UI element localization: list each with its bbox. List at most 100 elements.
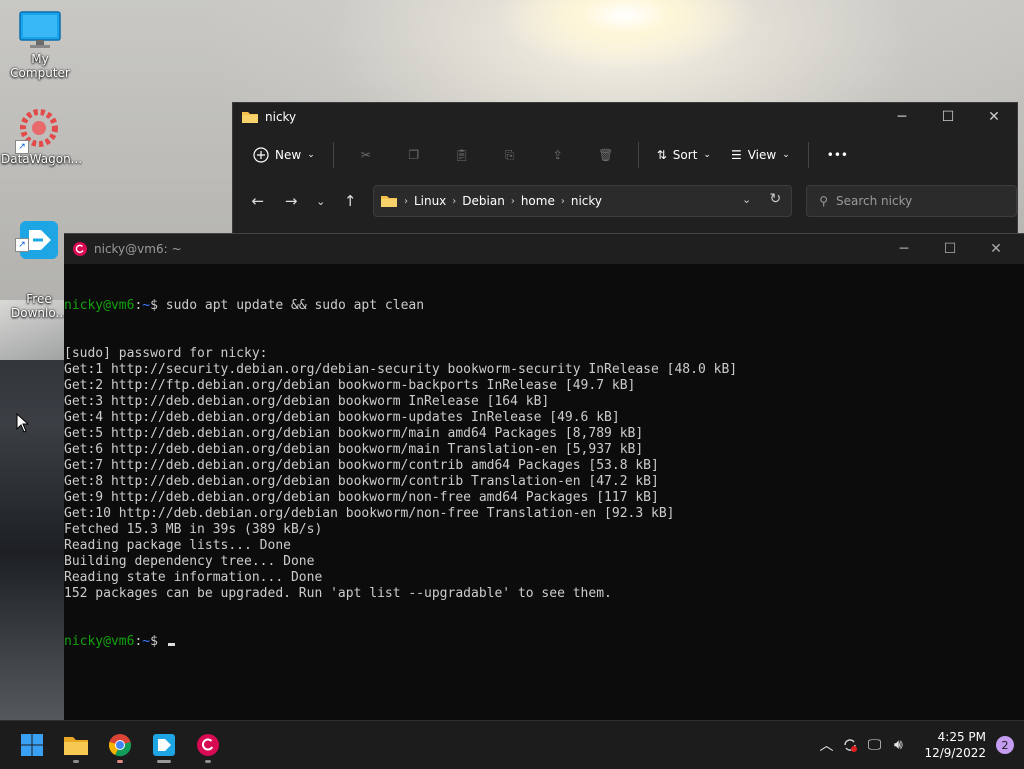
refresh-icon[interactable]: ↻ [769,191,781,207]
explorer-search[interactable]: ⚲ [806,185,1017,217]
minimize-button[interactable]: ─ [879,103,925,131]
chevron-down-icon: ⌄ [782,150,790,160]
shortcut-arrow-icon: ↗ [15,140,29,154]
terminal-output-line: Get:10 http://deb.debian.org/debian book… [64,506,675,521]
taskbar-clock[interactable]: 4:25 PM 12/9/2022 [924,729,986,761]
show-hidden-icons-button[interactable]: ︿ [814,729,838,761]
volume-button[interactable]: 🔊︎ [886,729,910,761]
running-indicator [73,760,79,763]
rename-button[interactable]: ⎘ [488,139,532,171]
toolbar-divider [807,142,809,168]
terminal-output-line: Get:5 http://deb.debian.org/debian bookw… [64,426,644,441]
file-explorer-window[interactable]: nicky ─ ☐ ✕ New ⌄ ✂ ❐ 📋︎ ⎘ ⇪ 🗑︎ ⇅ Sort ⌄… [232,102,1018,244]
clipboard-icon: 📋︎ [454,148,470,162]
trash-icon: 🗑︎ [598,148,614,162]
terminal-output-line: Get:8 http://deb.debian.org/debian bookw… [64,474,659,489]
running-indicator [117,760,123,763]
chrome-icon [109,734,131,757]
clock-time: 4:25 PM [937,730,986,744]
debian-swirl-icon [73,242,87,256]
delete-button[interactable]: 🗑︎ [584,139,628,171]
start-button[interactable] [12,725,52,765]
terminal-output-line: Get:1 http://security.debian.org/debian-… [64,362,738,377]
folder-icon [380,196,397,207]
explorer-command-bar: New ⌄ ✂ ❐ 📋︎ ⎘ ⇪ 🗑︎ ⇅ Sort ⌄ ☰ View ⌄ ••… [233,131,1017,179]
view-lines-icon: ☰ [730,148,742,162]
mouse-pointer-icon [16,413,30,433]
network-button[interactable]: 🖵︎ [862,729,886,761]
chevron-down-icon: ⌄ [307,150,315,160]
share-button[interactable]: ⇪ [536,139,580,171]
address-bar[interactable]: › Linux › Debian › home › nicky ⌄ ↻ [372,185,793,217]
more-options-button[interactable]: ••• [819,139,856,171]
terminal-output-line: Get:6 http://deb.debian.org/debian bookw… [64,442,644,457]
breadcrumb-linux[interactable]: Linux [414,194,446,208]
up-button[interactable]: ↑ [333,186,366,216]
terminal-output-line: Reading state information... Done [64,570,323,585]
taskbar-chrome[interactable] [100,725,140,765]
desktop-icon-label: DataWagon... [1,152,83,166]
terminal-cursor [167,643,175,646]
desktop-icon-my-computer[interactable]: My Computer [2,10,78,80]
minimize-button[interactable]: ─ [881,234,927,264]
breadcrumb-debian[interactable]: Debian [462,194,505,208]
wallpaper-dark-region [0,300,70,720]
search-input[interactable] [834,193,989,209]
desktop-icon-datawagon[interactable]: ↗ DataWagon... [1,106,83,166]
prompt-path: ~ [142,634,151,649]
explorer-title: nicky [265,110,297,124]
breadcrumb-home[interactable]: home [521,194,555,208]
chevron-up-icon: ︿ [819,738,834,754]
close-button[interactable]: ✕ [973,234,1019,264]
desktop-icon-label: My Computer [10,52,70,80]
taskbar-debian-terminal[interactable] [188,725,228,765]
maximize-button[interactable]: ☐ [925,103,971,131]
terminal-output-line: Get:7 http://deb.debian.org/debian bookw… [64,458,659,473]
arrow-up-icon: ↑ [343,192,357,210]
terminal-command: sudo apt update && sudo apt clean [165,298,425,313]
plus-circle-icon [253,147,269,163]
back-button[interactable]: ← [241,186,274,216]
paste-button[interactable]: 📋︎ [440,139,484,171]
network-monitor-icon: 🖵︎ [867,737,882,753]
terminal-window[interactable]: nicky@vm6: ~ ─ ☐ ✕ nicky@vm6:~$ sudo apt… [64,233,1024,721]
taskbar-free-download-manager[interactable] [144,725,184,765]
terminal-output-line: Reading package lists... Done [64,538,291,553]
view-button-label: View [747,148,777,162]
breadcrumb-separator-icon: › [452,195,457,207]
clock-date: 12/9/2022 [924,746,986,760]
file-explorer-icon [64,737,88,755]
system-tray: ︿ 🖵︎ 🔊︎ 4:25 PM 12/9/2022 2 [814,721,1024,769]
terminal-titlebar[interactable]: nicky@vm6: ~ [64,234,1024,264]
address-dropdown-icon[interactable]: ⌄ [742,193,751,206]
terminal-output-line: [sudo] password for nicky: [64,346,268,361]
explorer-window-controls: ─ ☐ ✕ [879,103,1017,131]
terminal-prompt-line[interactable]: nicky@vm6:~$ [64,634,1024,650]
sort-button[interactable]: ⇅ Sort ⌄ [649,139,719,171]
free-download-manager-icon [153,734,175,756]
breadcrumb-separator-icon: › [510,195,515,207]
cut-button[interactable]: ✂ [344,139,388,171]
shortcut-arrow-icon: ↗ [15,238,29,252]
chevron-down-icon: ⌄ [316,194,326,208]
view-button[interactable]: ☰ View ⌄ [723,139,798,171]
prompt-user: nicky@vm6 [64,298,135,313]
terminal-output-lines: [sudo] password for nicky: Get:1 http://s… [64,346,1024,602]
recent-locations-button[interactable]: ⌄ [308,186,334,216]
copy-icon: ❐ [408,148,420,162]
terminal-output-line: Building dependency tree... Done [64,554,315,569]
more-dots-icon: ••• [826,148,848,162]
taskbar-file-explorer[interactable] [56,725,96,765]
forward-button[interactable]: → [274,186,307,216]
sync-status-button[interactable] [838,729,862,761]
breadcrumb-nicky[interactable]: nicky [571,194,602,208]
notification-badge[interactable]: 2 [996,736,1014,754]
maximize-button[interactable]: ☐ [927,234,973,264]
arrow-left-icon: ← [251,192,265,210]
close-button[interactable]: ✕ [971,103,1017,131]
copy-button[interactable]: ❐ [392,139,436,171]
new-button[interactable]: New ⌄ [245,139,323,171]
breadcrumb-separator-icon: › [403,195,408,207]
speaker-icon: 🔊︎ [894,737,903,753]
terminal-output[interactable]: nicky@vm6:~$ sudo apt update && sudo apt… [64,264,1024,682]
